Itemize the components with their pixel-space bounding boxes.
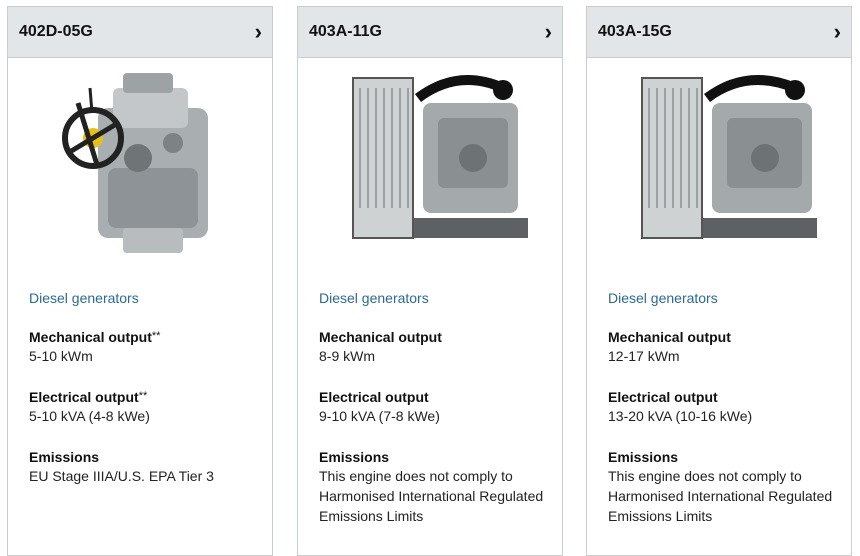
mechanical-output-label: Mechanical output bbox=[319, 329, 442, 345]
chevron-right-icon[interactable]: › bbox=[545, 21, 552, 43]
electrical-output-label: Electrical output bbox=[608, 389, 718, 405]
product-title[interactable]: 403A-11G bbox=[309, 23, 382, 41]
product-card-403a-15g[interactable]: 403A-15G › Diesel generators Mechanical … bbox=[586, 6, 852, 556]
emissions-value: This engine does not comply to Harmonise… bbox=[608, 468, 833, 524]
emissions-label: Emissions bbox=[319, 449, 390, 465]
card-header[interactable]: 402D-05G › bbox=[8, 7, 272, 58]
emissions-label: Emissions bbox=[608, 449, 679, 465]
card-header[interactable]: 403A-11G › bbox=[298, 7, 562, 58]
card-header[interactable]: 403A-15G › bbox=[587, 7, 851, 58]
product-title[interactable]: 403A-15G bbox=[598, 23, 672, 41]
product-image[interactable] bbox=[298, 58, 562, 278]
product-card-403a-11g[interactable]: 403A-11G › Diesel generators Mechanical … bbox=[297, 6, 563, 556]
product-title[interactable]: 402D-05G bbox=[19, 23, 93, 41]
electrical-output-value: 13-20 kVA (10-16 kWe) bbox=[608, 408, 753, 424]
category-link[interactable]: Diesel generators bbox=[608, 290, 718, 306]
emissions-value: EU Stage IIIA/U.S. EPA Tier 3 bbox=[29, 468, 214, 484]
electrical-output-value: 9-10 kVA (7-8 kWe) bbox=[319, 408, 440, 424]
category-link[interactable]: Diesel generators bbox=[319, 290, 429, 306]
emissions-value: This engine does not comply to Harmonise… bbox=[319, 468, 544, 524]
product-card-402d-05g[interactable]: 402D-05G › Diesel generators Mechanical … bbox=[7, 6, 273, 556]
mechanical-output-value: 5-10 kWm bbox=[29, 348, 93, 364]
chevron-right-icon[interactable]: › bbox=[834, 21, 841, 43]
electrical-output-label: Electrical output bbox=[319, 389, 429, 405]
product-image[interactable] bbox=[587, 58, 851, 278]
mechanical-output-value: 8-9 kWm bbox=[319, 348, 375, 364]
product-image[interactable] bbox=[8, 58, 272, 278]
chevron-right-icon[interactable]: › bbox=[255, 21, 262, 43]
emissions-label: Emissions bbox=[29, 449, 100, 465]
mechanical-output-label: Mechanical output bbox=[608, 329, 731, 345]
mechanical-output-value: 12-17 kWm bbox=[608, 348, 680, 364]
electrical-output-value: 5-10 kVA (4-8 kWe) bbox=[29, 408, 150, 424]
mechanical-output-label: Mechanical output** bbox=[29, 329, 161, 345]
category-link[interactable]: Diesel generators bbox=[29, 290, 139, 306]
electrical-output-label: Electrical output** bbox=[29, 389, 148, 405]
